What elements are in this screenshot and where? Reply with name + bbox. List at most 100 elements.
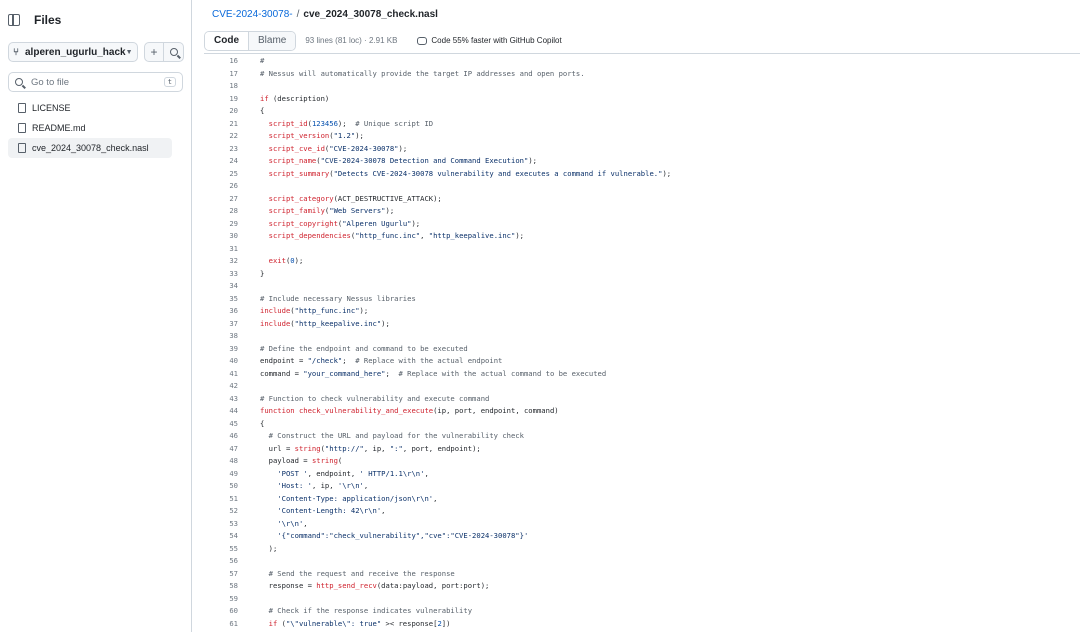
line-number[interactable]: 56 — [204, 555, 238, 568]
line-number[interactable]: 60 — [204, 605, 238, 618]
line-text: # Send the request and receive the respo… — [260, 568, 455, 578]
line-number[interactable]: 24 — [204, 155, 238, 168]
line-number[interactable]: 32 — [204, 255, 238, 268]
line-text: script_name("CVE-2024-30078 Detection an… — [268, 156, 537, 165]
go-to-file-input[interactable]: Go to file t — [8, 72, 183, 92]
line-text — [238, 243, 260, 256]
copilot-icon — [417, 36, 428, 45]
add-file-button[interactable]: + — [144, 42, 164, 62]
line-text: ); — [260, 543, 278, 553]
code-line: 44 function check_vulnerability_and_execu… — [204, 405, 1080, 418]
line-number[interactable]: 19 — [204, 93, 238, 106]
sidebar-actions: + — [144, 42, 184, 62]
line-text: # Construct the URL and payload for the … — [260, 431, 524, 440]
line-text: exit(0); — [268, 256, 304, 265]
search-button[interactable] — [164, 42, 184, 62]
line-number[interactable]: 16 — [204, 55, 238, 68]
code-line: 57 # Send the request and receive the re… — [204, 568, 1080, 581]
breadcrumb-separator: / — [296, 9, 300, 20]
code-line: 61 if ("\"vulnerable\": true" >< respons… — [204, 618, 1080, 631]
file-item[interactable]: README.md — [8, 118, 172, 138]
line-number[interactable]: 25 — [204, 168, 238, 181]
code-line: 55 ); — [204, 543, 1080, 556]
line-number[interactable]: 50 — [204, 480, 238, 493]
line-number[interactable]: 37 — [204, 318, 238, 331]
line-text: { — [260, 106, 265, 115]
line-number[interactable]: 58 — [204, 580, 238, 593]
git-branch-icon: ⑂ — [13, 46, 19, 58]
code-line: 37 include("http_keepalive.inc"); — [204, 318, 1080, 331]
line-text — [238, 80, 260, 93]
code-line: 25 script_summary("Detects CVE-2024-3007… — [204, 168, 1080, 181]
line-number[interactable]: 39 — [204, 343, 238, 356]
line-text: script_version("1.2"); — [268, 131, 364, 140]
branch-selector[interactable]: ⑂ alperen_ugurlu_hack ▼ — [8, 42, 138, 62]
line-number[interactable]: 40 — [204, 355, 238, 368]
line-text — [238, 380, 260, 393]
line-number[interactable]: 26 — [204, 180, 238, 193]
line-number[interactable]: 46 — [204, 430, 238, 443]
line-number[interactable]: 42 — [204, 380, 238, 393]
line-number[interactable]: 27 — [204, 193, 238, 206]
blame-tab[interactable]: Blame — [249, 31, 296, 50]
line-number[interactable]: 49 — [204, 468, 238, 481]
code-line: 60 # Check if the response indicates vul… — [204, 605, 1080, 618]
line-text: # Include necessary Nessus libraries — [260, 293, 416, 303]
line-number[interactable]: 28 — [204, 205, 238, 218]
line-text: include("http_func.inc"); — [260, 306, 369, 315]
code-line: 53 '\r\n', — [204, 518, 1080, 531]
line-number[interactable]: 48 — [204, 455, 238, 468]
line-text: command = "your_command_here"; # Replace… — [260, 368, 607, 378]
line-number[interactable]: 31 — [204, 243, 238, 256]
code-line: 56 — [204, 555, 1080, 568]
file-toolbar: Code Blame 93 lines (81 loc) · 2.91 KB C… — [204, 30, 1080, 54]
line-number[interactable]: 61 — [204, 618, 238, 631]
line-number[interactable]: 43 — [204, 393, 238, 406]
branch-name: alperen_ugurlu_hack — [25, 46, 126, 58]
line-number[interactable]: 38 — [204, 330, 238, 343]
code-line: 33} — [204, 268, 1080, 281]
sidebar-title: Files — [34, 13, 62, 27]
code-line: 45 { — [204, 418, 1080, 431]
code-line: 17 # Nessus will automatically provide th… — [204, 68, 1080, 81]
line-number[interactable]: 17 — [204, 68, 238, 81]
line-number[interactable]: 23 — [204, 143, 238, 156]
line-number[interactable]: 54 — [204, 530, 238, 543]
code-line: 34 — [204, 280, 1080, 293]
line-number[interactable]: 41 — [204, 368, 238, 381]
collapse-panel-icon[interactable] — [8, 14, 20, 26]
line-text: if (description) — [260, 93, 330, 103]
line-text: # Nessus will automatically provide the … — [260, 68, 585, 78]
line-number[interactable]: 30 — [204, 230, 238, 243]
file-item[interactable]: LICENSE — [8, 98, 172, 118]
line-text: '\r\n', — [277, 518, 308, 528]
line-number[interactable]: 57 — [204, 568, 238, 581]
breadcrumb-repo-link[interactable]: CVE-2024-30078- — [212, 9, 293, 20]
line-number[interactable]: 35 — [204, 293, 238, 306]
line-number[interactable]: 18 — [204, 80, 238, 93]
copilot-promo[interactable]: Code 55% faster with GitHub Copilot — [417, 36, 562, 45]
line-number[interactable]: 36 — [204, 305, 238, 318]
line-number[interactable]: 59 — [204, 593, 238, 606]
line-number[interactable]: 53 — [204, 518, 238, 531]
line-number[interactable]: 20 — [204, 105, 238, 118]
line-number[interactable]: 45 — [204, 418, 238, 431]
line-number[interactable]: 51 — [204, 493, 238, 506]
line-number[interactable]: 55 — [204, 543, 238, 556]
code-line: 36 include("http_func.inc"); — [204, 305, 1080, 318]
code-line: 51 'Content-Type: application/json\r\n', — [204, 493, 1080, 506]
file-item-active[interactable]: cve_2024_30078_check.nasl — [8, 138, 172, 158]
line-number[interactable]: 52 — [204, 505, 238, 518]
code-tab[interactable]: Code — [205, 31, 249, 50]
line-number[interactable]: 47 — [204, 443, 238, 456]
file-name: cve_2024_30078_check.nasl — [32, 143, 149, 153]
line-number[interactable]: 22 — [204, 130, 238, 143]
code-line: 28 script_family("Web Servers"); — [204, 205, 1080, 218]
line-number[interactable]: 34 — [204, 280, 238, 293]
line-number[interactable]: 44 — [204, 405, 238, 418]
line-number[interactable]: 29 — [204, 218, 238, 231]
code-line: 26 — [204, 180, 1080, 193]
line-number[interactable]: 33 — [204, 268, 238, 281]
line-number[interactable]: 21 — [204, 118, 238, 131]
line-text: script_id(123456); # Unique script ID — [268, 118, 434, 128]
